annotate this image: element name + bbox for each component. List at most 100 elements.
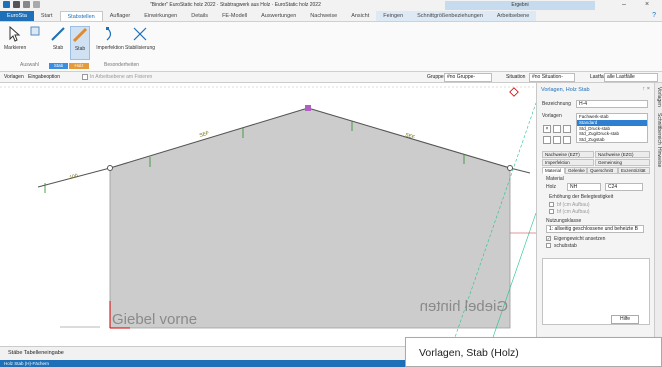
sidetab-vorlagen[interactable]: Vorlagen xyxy=(656,87,662,107)
load-template-icon[interactable] xyxy=(563,136,571,144)
gable-shape xyxy=(109,107,511,329)
vorlagen-list-label: Vorlagen xyxy=(542,113,562,119)
gable-back-label: Giebel hinten xyxy=(420,298,508,315)
group-auswahl-label: Auswahl xyxy=(20,62,39,68)
tab-nachweise[interactable]: Nachweise xyxy=(303,11,344,21)
tab-feingen[interactable]: Feingen xyxy=(376,11,411,21)
lastfall-select[interactable]: alle Lastfälle xyxy=(604,73,658,82)
tab-material[interactable]: Material xyxy=(542,167,565,174)
select-small-button[interactable] xyxy=(28,26,42,39)
quick-access-toolbar xyxy=(3,1,40,8)
schubstab-label: schubstab xyxy=(554,243,577,249)
input-toolbar: Vorlagen Eingabeoption In Arbeitsebene a… xyxy=(0,72,662,83)
tab-details[interactable]: Details xyxy=(184,11,215,21)
festigkeitsklasse-select[interactable]: C24 xyxy=(605,183,643,191)
sidetab-schnittbereich[interactable]: Schnittbereich xyxy=(656,113,662,145)
tab-gelenke[interactable]: Gelenke xyxy=(565,167,587,174)
tab-fe-modell[interactable]: FE-Modell xyxy=(215,11,254,21)
bezeichnung-input[interactable]: H-4 xyxy=(576,100,648,108)
select-small-icon xyxy=(30,26,40,36)
panel-title: Vorlagen, Holz Stab xyxy=(541,87,590,93)
side-tabs: Vorlagen Schnittbereich Hinweise xyxy=(654,83,662,346)
new-template-icon[interactable] xyxy=(543,136,551,144)
tab-nachweise-ezt[interactable]: Nachweise (EZT) xyxy=(542,151,594,158)
load-label-2: SEF xyxy=(199,130,210,139)
situation-label: Situation xyxy=(506,74,526,80)
minimize-button[interactable]: – xyxy=(622,1,626,8)
gruppe-label: Gruppe xyxy=(427,74,444,80)
tab-auswertungen[interactable]: Auswertungen xyxy=(254,11,303,21)
tab-querschnitt[interactable]: Querschnitt xyxy=(587,167,618,174)
tab-stabstellen[interactable]: Stabstellen xyxy=(59,11,103,21)
help-button[interactable]: Hilfe xyxy=(611,315,639,324)
tab-gemeinsing[interactable]: Gemeinsing xyxy=(595,159,650,166)
tab-einwirkungen[interactable]: Einwirkungen xyxy=(137,11,184,21)
save-icon[interactable] xyxy=(13,1,20,8)
group-besonderheiten-label: Besonderheiten xyxy=(104,62,140,68)
delete-template-icon[interactable]: × xyxy=(543,125,551,133)
drawing-canvas[interactable]: 100 SEF SEF Giebel vorne Giebel hinten xyxy=(0,83,536,346)
paste-template-icon[interactable] xyxy=(563,125,571,133)
close-button[interactable]: × xyxy=(645,1,649,8)
holz-stab-button[interactable]: Stab xyxy=(70,26,90,60)
panel-pin-close[interactable]: ↑ × xyxy=(643,86,651,92)
holz-stab-label: Stab xyxy=(74,46,86,52)
arbeitsebene-checkbox[interactable] xyxy=(82,74,88,80)
material-heading: Material xyxy=(546,176,564,182)
list-item[interactable]: Std_Zugstab xyxy=(577,137,647,143)
stab-label: Stab xyxy=(52,45,64,51)
redo-icon[interactable] xyxy=(33,1,40,8)
nutzungsklasse-select[interactable]: 1: allseitig geschlossene und beheizte B xyxy=(546,225,644,233)
cursor-icon xyxy=(7,25,23,42)
stab-line-icon xyxy=(50,26,66,42)
node-ridge xyxy=(305,105,311,111)
copy-template-icon[interactable] xyxy=(553,125,561,133)
context-tab-group: Ergebni xyxy=(445,1,595,10)
markieren-button[interactable]: Markieren xyxy=(4,25,27,51)
holz-stab-icon xyxy=(72,27,88,43)
gruppe-select[interactable]: #no Gruppe- xyxy=(444,73,492,82)
app-icon[interactable] xyxy=(3,1,10,8)
vorlagen-list[interactable]: Fachwerk-stab Standard Std_Druck-stab St… xyxy=(576,113,648,143)
stabilisierung-button[interactable]: Stabilisierung xyxy=(124,26,156,51)
structure-drawing: 100 SEF SEF Giebel vorne Giebel hinten xyxy=(0,86,536,346)
schubstab-checkbox[interactable] xyxy=(546,243,551,248)
tab-imperfektion[interactable]: Imperfektion xyxy=(542,159,594,166)
holz-select[interactable]: NH xyxy=(567,183,601,191)
markieren-label: Markieren xyxy=(4,45,27,51)
tooltip: Vorlagen, Stab (Holz) xyxy=(405,337,662,367)
undo-icon[interactable] xyxy=(23,1,30,8)
imperfektion-button[interactable]: Imperfektion xyxy=(95,26,125,51)
ribbon: Markieren Stab Stab Imperfektion Stabili… xyxy=(0,22,662,72)
situation-select[interactable]: #no Situation- xyxy=(529,73,575,82)
save-template-icon[interactable] xyxy=(553,136,561,144)
eigengewicht-checkbox[interactable]: ✓ xyxy=(546,236,551,241)
ribbon-tabs: EuroSta Start Stabstellen Auflager Einwi… xyxy=(0,11,662,22)
tab-arbeitsebene[interactable]: Arbeitsebene xyxy=(489,11,537,21)
option-2-checkbox[interactable] xyxy=(549,209,554,214)
imperfektion-icon xyxy=(102,26,118,42)
eingabeoption-label[interactable]: Eingabeoption xyxy=(28,74,60,80)
window-title: "Binder" EuroStatic holz 2022 · Stabtrag… xyxy=(150,2,321,8)
tab-ansicht[interactable]: Ansicht xyxy=(344,11,376,21)
tab-start[interactable]: Start xyxy=(34,11,60,21)
tab-exzentrizitaet[interactable]: Exzentrizität xyxy=(618,167,650,174)
option-1-checkbox[interactable] xyxy=(549,202,554,207)
bezeichnung-label: Bezeichnung xyxy=(542,101,571,107)
holz-label: Holz xyxy=(546,184,557,190)
stabilisierung-icon xyxy=(132,26,148,42)
status-text: Stäbe Tabelleneingabe xyxy=(8,350,64,356)
tab-nachweise-ezg[interactable]: Nachweise (EZG) xyxy=(595,151,650,158)
tab-file[interactable]: EuroSta xyxy=(0,11,34,21)
vorlagen-label[interactable]: Vorlagen xyxy=(4,74,24,80)
option-2-label: bf (cm Aufbau) xyxy=(557,209,590,215)
brandschutz-heading: Erhöhung der Belegtestigkeit xyxy=(549,194,614,200)
stab-button[interactable]: Stab xyxy=(48,26,68,51)
marker-diamond xyxy=(509,87,519,97)
gable-front-label: Giebel vorne xyxy=(112,311,197,328)
nutzungsklasse-heading: Nutzungsklasse xyxy=(546,218,582,224)
tab-auflager[interactable]: Auflager xyxy=(103,11,138,21)
help-icon[interactable]: ? xyxy=(652,12,656,19)
tab-schnittgroessen[interactable]: Schnittgrößenbeziehungen xyxy=(410,11,490,21)
sidetab-hinweise[interactable]: Hinweise xyxy=(656,147,662,167)
